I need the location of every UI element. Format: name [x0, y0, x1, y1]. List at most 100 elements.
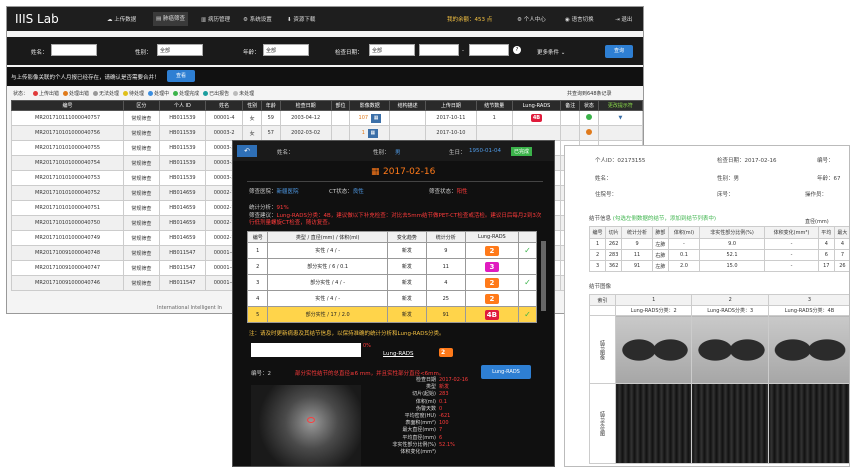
nodule-ct-image[interactable] — [767, 315, 849, 384]
nav-upload[interactable]: ☁ 上传数据 — [107, 15, 136, 23]
advice-text: Lung-RADS分类：4B，建议做以下补充检查：对比去5mm结节做PET-CT… — [249, 213, 542, 226]
rads-row: Lung-RADS分类：2 Lung-RADS分类：3 Lung-RADS分类：4B — [589, 305, 849, 316]
advice-label: 筛查建议： — [249, 213, 277, 219]
status-dot-icon — [93, 91, 99, 96]
report-column-header: 平均 — [817, 226, 835, 239]
user-center[interactable]: ⚙ 个人中心 — [517, 15, 546, 23]
image-table-header: 索引 1 2 3 — [589, 294, 849, 306]
table-cell: HB011539 — [158, 140, 207, 156]
table-cell — [389, 125, 426, 141]
nav-screening-label: 肺癌筛查 — [162, 16, 185, 22]
exam-date[interactable]: 2017-02-16 — [383, 167, 435, 177]
view-button[interactable]: 查看 — [167, 70, 195, 82]
nodule-rads-cell: 2 — [464, 274, 520, 291]
nodule-number: 1 — [246, 242, 269, 259]
nodule-select-header — [518, 231, 537, 243]
table-cell: 2017-10-11 — [424, 110, 477, 126]
table-cell: 常规筛查 — [123, 260, 160, 276]
ct-scan-image[interactable] — [251, 385, 361, 466]
nodule-row[interactable]: 3 部分实性 / 4 / - 新发 4 2 ✓ — [246, 274, 537, 291]
nodule-checkbox[interactable] — [518, 258, 537, 275]
table-cell: HB014659 — [158, 215, 207, 231]
nodule-checkbox[interactable]: ✓ — [518, 306, 537, 323]
patient-header: ↶ 姓名： 性别： 男 生日： 1950-01-04 已完成 — [233, 141, 554, 161]
column-header: 结节数量 — [475, 100, 513, 111]
sex-filter-select[interactable]: 全部 — [157, 44, 203, 56]
report-cell: 9.0 — [698, 238, 766, 250]
table-cell: 4B — [511, 110, 562, 126]
nodule-location-image[interactable] — [767, 383, 849, 464]
nodule-column-header: Lung-RADS — [464, 231, 520, 243]
user-center-label: 个人中心 — [523, 17, 546, 23]
age-filter-select[interactable]: 全部 — [263, 44, 309, 56]
status-legend-item: 处理完成 — [173, 90, 199, 97]
more-conditions[interactable]: 更多条件 ⌄ — [537, 48, 565, 56]
nodule-checkbox[interactable] — [518, 290, 537, 307]
nodule-ct-image[interactable] — [614, 315, 693, 384]
status-icon — [585, 129, 592, 135]
nodule-rads-badge: 2 — [484, 293, 499, 304]
image-rads-label: Lung-RADS分类：3 — [691, 305, 769, 316]
detail-field-row: 切片(起始) 283 — [367, 391, 517, 398]
status-dot-icon — [203, 91, 209, 96]
language-switch[interactable]: ◉ 语言切换 — [565, 15, 594, 23]
table-cell: HB014659 — [158, 230, 207, 246]
table-row[interactable]: MR201710101000040756 常规筛查 HB011539 00003-2 女… — [10, 125, 643, 141]
nodule-location-image[interactable] — [691, 383, 769, 464]
nav-settings-label: 系统设置 — [249, 17, 272, 23]
date-filter-to[interactable] — [469, 44, 509, 56]
nodule-row[interactable]: 1 实性 / 4 / - 新发 9 2 ✓ — [246, 242, 537, 259]
report-column-header: 非实性部分比例(%) — [698, 226, 766, 239]
nodule-number: 3 — [246, 274, 269, 291]
image-view-icon[interactable]: ▦ — [367, 128, 378, 138]
table-cell — [330, 125, 351, 141]
nodule-desc: 部分实性 / 6 / 0.1 — [267, 258, 388, 275]
nodule-checkbox[interactable]: ✓ — [518, 274, 537, 291]
back-button[interactable]: ↶ — [237, 145, 257, 157]
column-header: 备注 — [560, 100, 581, 111]
nav-records[interactable]: ▥ 病历管理 — [201, 15, 230, 23]
report-cell: - — [764, 260, 819, 272]
table-cell: MR201710091000040746 — [10, 275, 125, 291]
report-cell: 左肺 — [651, 260, 669, 272]
nodule-stat: 9 — [425, 242, 466, 259]
date-filter-start[interactable]: 全部 — [369, 44, 415, 56]
nav-settings[interactable]: ⚙ 系统设置 — [243, 15, 272, 23]
detail-rads-badge: 2 — [439, 348, 453, 357]
nodule-detail-panel: ↶ 姓名： 性别： 男 生日： 1950-01-04 已完成 ▦ 2017-02… — [232, 140, 555, 467]
name-filter-input[interactable] — [51, 44, 97, 56]
scrollbar[interactable] — [541, 241, 546, 311]
hospital-label-text: 筛查医院： — [249, 189, 277, 195]
nodule-checkbox[interactable]: ✓ — [518, 242, 537, 259]
report-column-header: 体积(ml) — [667, 226, 700, 239]
table-cell: 59 — [260, 110, 281, 126]
image-view-icon[interactable]: ▦ — [371, 113, 382, 123]
edit-flag-icon[interactable]: ▼ — [618, 115, 622, 121]
nodule-column-header: 编号 — [246, 231, 269, 243]
table-row[interactable]: MR201710111000040757 常规筛查 HB011539 00001-4 女… — [10, 110, 643, 126]
hospital-value: 新疆医院 — [276, 189, 299, 195]
help-icon[interactable]: ? — [513, 46, 521, 54]
nav-screening[interactable]: ▤ 肺癌筛查 — [153, 12, 188, 26]
nodule-location-image[interactable] — [614, 383, 693, 464]
nodule-row[interactable]: 5 部分实性 / 17 / 2.0 新发 91 4B ✓ — [246, 306, 537, 323]
nodule-trend: 新发 — [386, 258, 427, 275]
table-cell: 常规筛查 — [123, 185, 160, 201]
nodule-row[interactable]: 2 部分实性 / 6 / 0.1 新发 11 3 — [246, 258, 537, 275]
nodule-image-table: 索引 1 2 3 Lung-RADS分类：2 Lung-RADS分类：3 Lung-RAD… — [589, 294, 849, 464]
date-filter-from[interactable] — [419, 44, 459, 56]
logout-link[interactable]: ⇥ 退出 — [615, 15, 632, 23]
column-header: Lung-RADS — [511, 100, 562, 111]
nav-download[interactable]: ⬇ 资源下载 — [287, 15, 315, 23]
detail-field-key: 平均直径(mm) — [402, 434, 436, 441]
nodule-image-title: 结节图像 — [589, 284, 612, 290]
status-legend-item: 无法处理 — [93, 90, 119, 97]
nodule-ct-image[interactable] — [691, 315, 769, 384]
table-cell: MR201710101000040750 — [10, 215, 125, 231]
report-cell: - — [764, 238, 819, 250]
query-button[interactable]: 查询 — [605, 45, 633, 58]
table-cell: MR201710101000040752 — [10, 185, 125, 201]
patient-dob-label: 生日： — [449, 150, 466, 156]
nodule-row[interactable]: 4 实性 / 4 / - 新发 25 2 — [246, 290, 537, 307]
status-legend-label: 处理完成 — [179, 91, 200, 97]
